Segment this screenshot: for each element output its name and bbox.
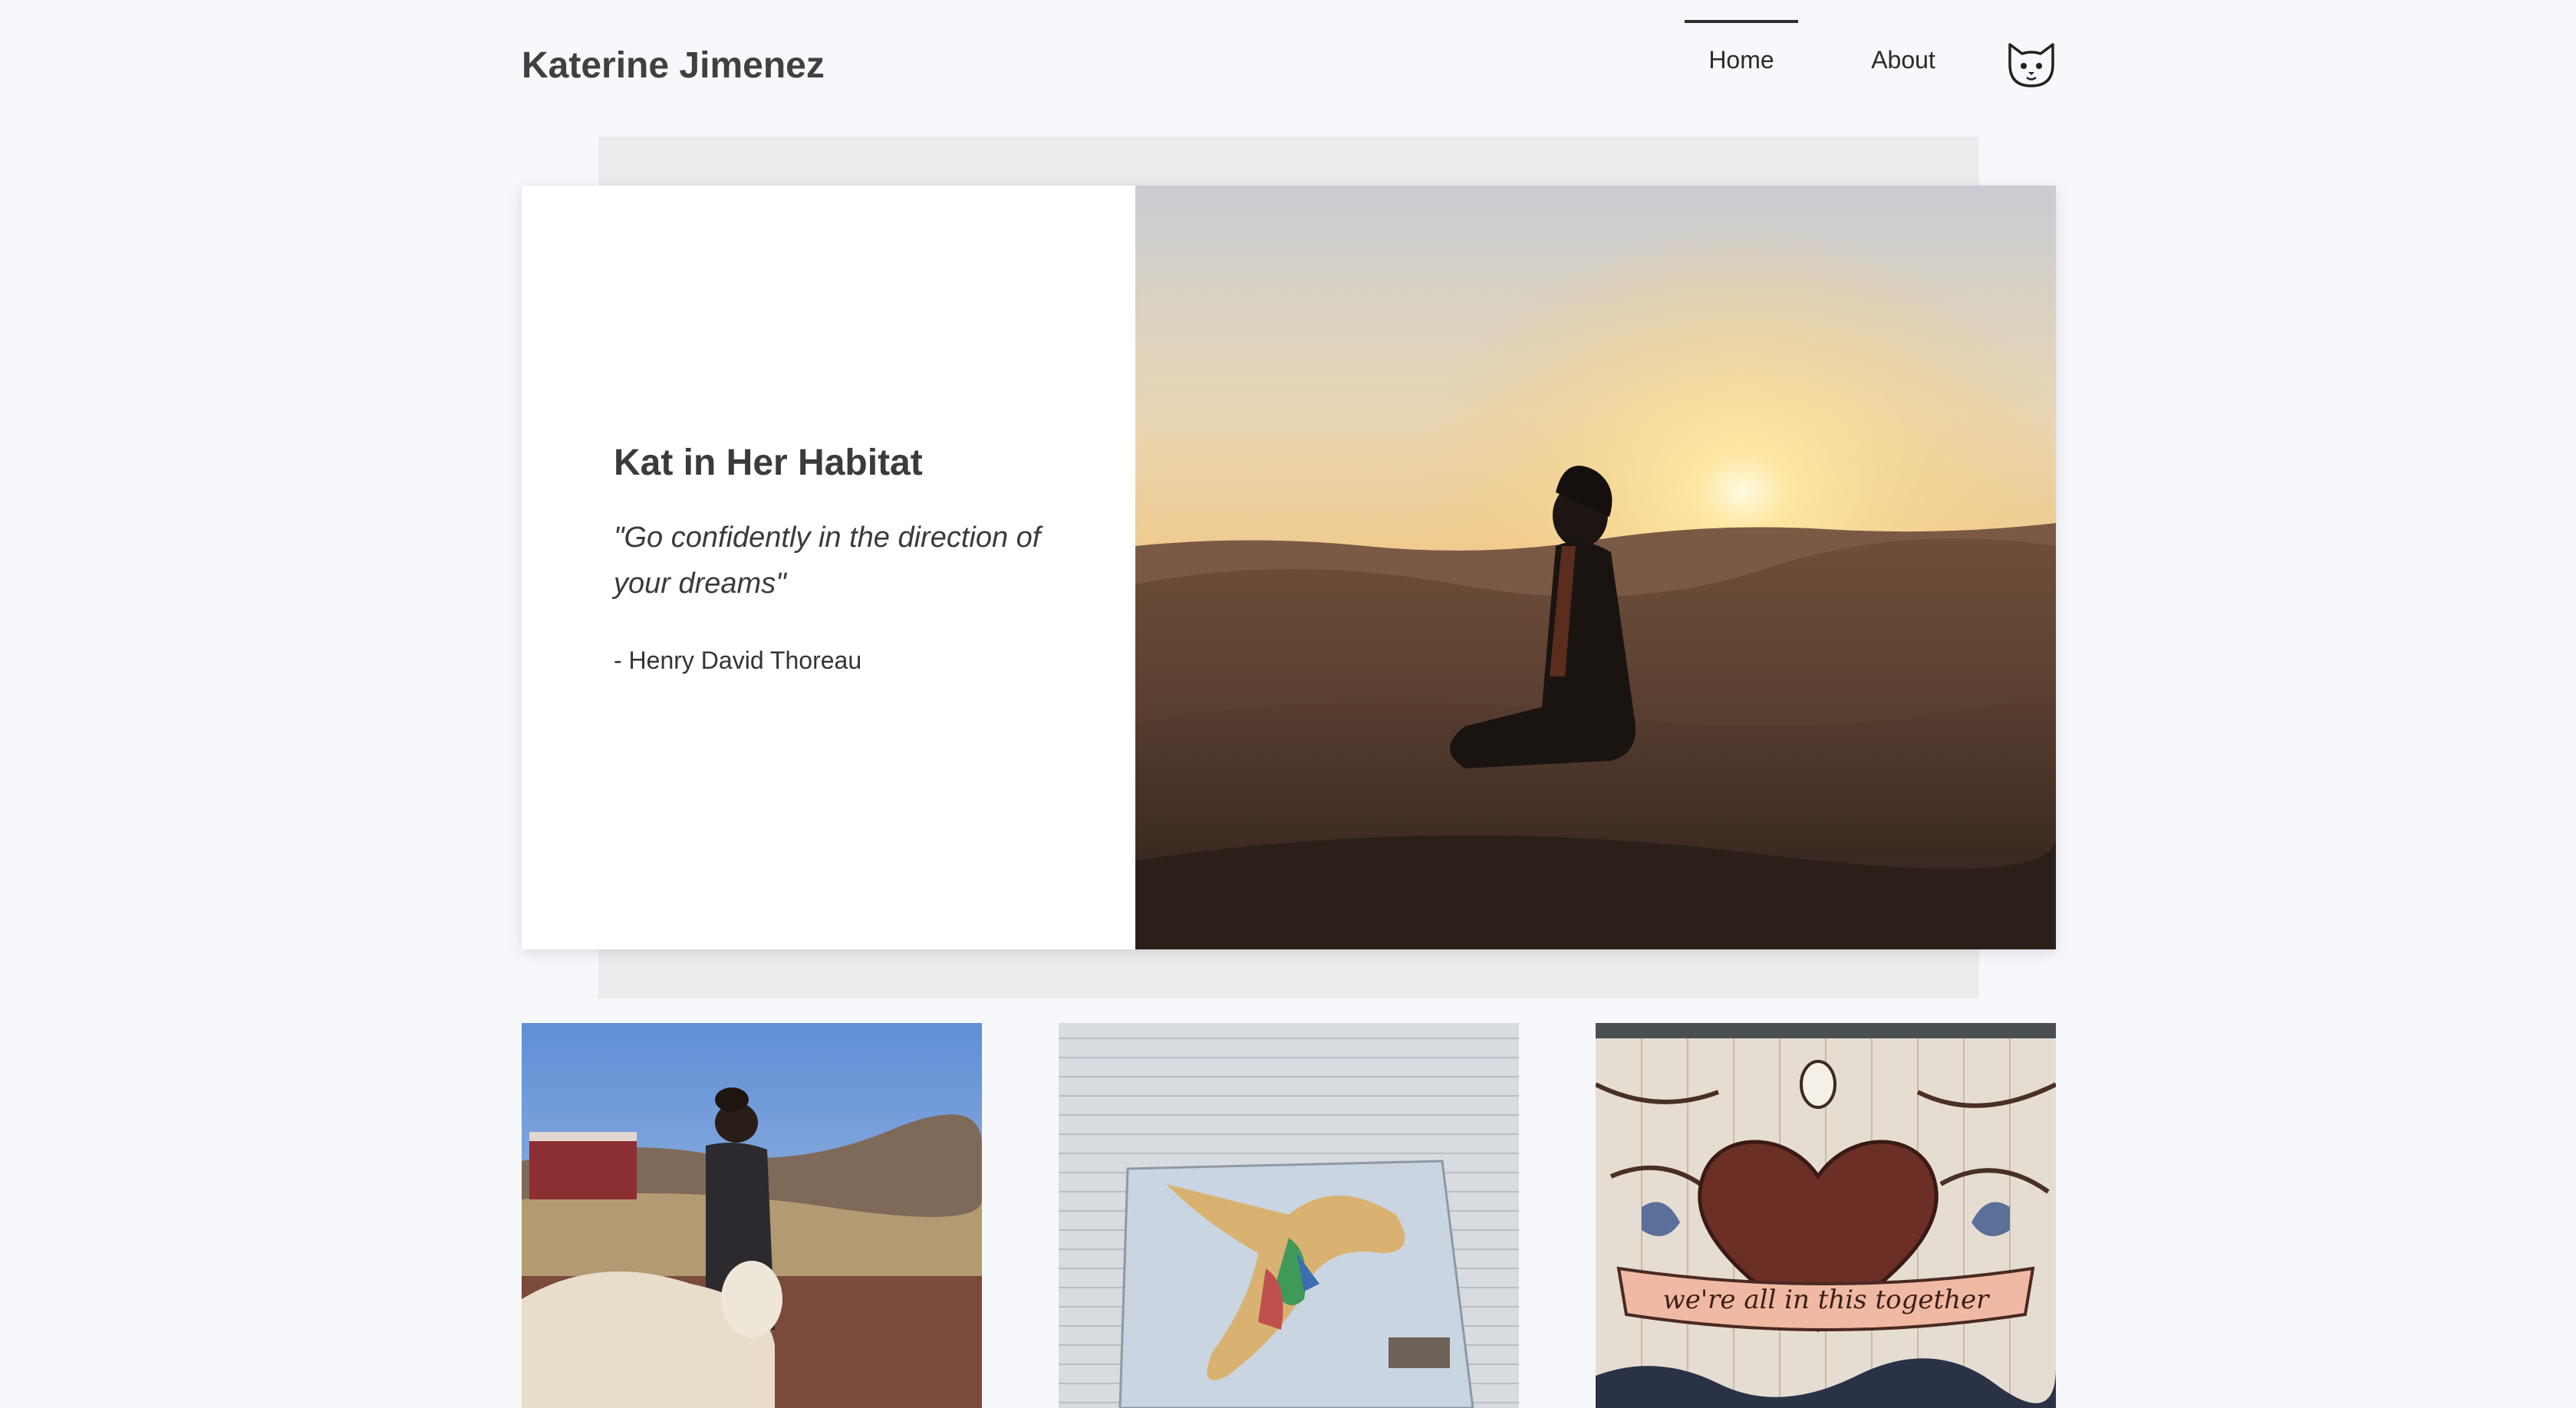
nav-about-link[interactable]: About [1853,21,1953,98]
nav-home-link[interactable]: Home [1685,20,1798,97]
hero-text-block: Kat in Her Habitat "Go confidently in th… [614,442,1043,675]
hero-card: Kat in Her Habitat "Go confidently in th… [522,186,2056,949]
cat-face-icon[interactable] [2005,41,2057,89]
site-title[interactable]: Katerine Jimenez [522,44,825,87]
mural-banner-text: we're all in this together [1663,1285,1991,1315]
hero-heading: Kat in Her Habitat [614,442,923,483]
hero-quote: "Go confidently in the direction of your… [614,521,1041,600]
alpaca-mountain-photo[interactable] [522,1023,982,1408]
desert-sunset-photo [1135,186,2056,949]
heart-mural-photo[interactable]: we're all in this together [1596,1023,2056,1408]
dancer-mural-photo[interactable] [1059,1023,1519,1408]
page: Katerine Jimenez Home About Kat in Her H… [0,0,2576,1408]
hero-quote-author: - Henry David Thoreau [614,646,862,674]
